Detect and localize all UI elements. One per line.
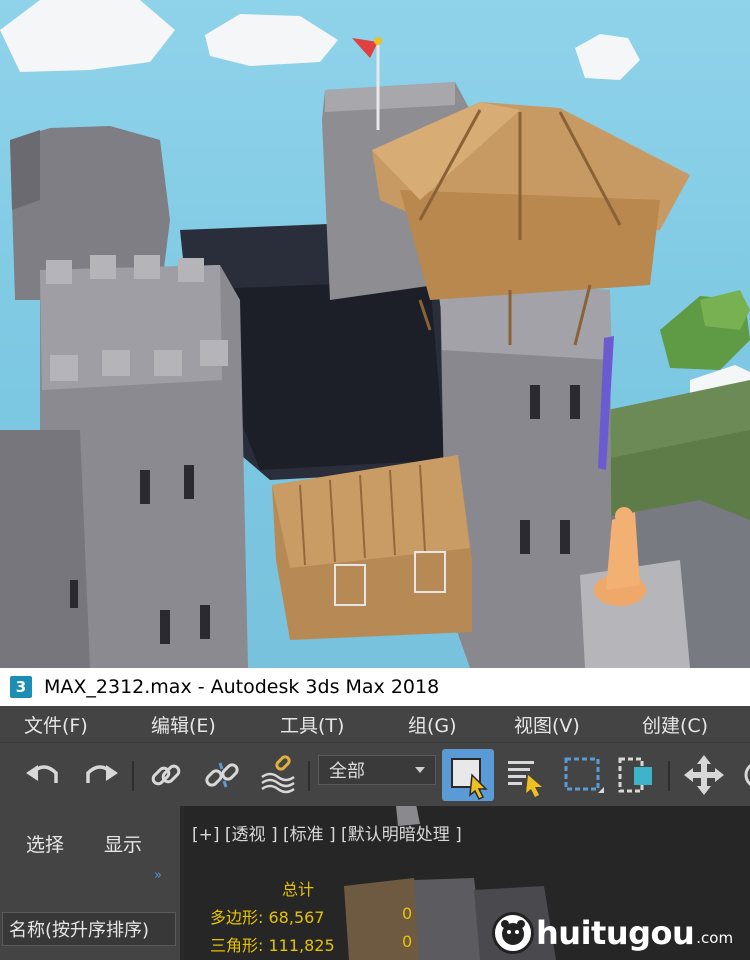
selection-filter-dropdown[interactable]: 全部: [318, 755, 436, 785]
render-preview: [0, 0, 750, 668]
tab-select[interactable]: 选择: [26, 830, 64, 857]
viewport-label-menu[interactable]: [+] [透视 ] [标准 ] [默认明暗处理 ]: [192, 820, 462, 845]
chevron-down-icon: [415, 767, 425, 773]
stats-polygons-selected: 0: [402, 904, 413, 923]
link-icon[interactable]: [144, 753, 188, 797]
move-icon[interactable]: [682, 753, 726, 797]
window-title: MAX_2312.max - Autodesk 3ds Max 2018: [44, 676, 440, 698]
window-title-bar: 3 MAX_2312.max - Autodesk 3ds Max 2018: [0, 668, 750, 706]
stats-triangles-selected: 0: [402, 932, 413, 951]
3ds-max-app-icon[interactable]: 3: [10, 676, 32, 698]
main-toolbar: 全部: [0, 742, 750, 807]
menu-group[interactable]: 组(G): [408, 711, 457, 738]
toolbar-separator: [132, 761, 134, 791]
window-crossing-icon[interactable]: [614, 753, 658, 797]
menu-views[interactable]: 视图(V): [514, 711, 580, 738]
stats-polygons: 多边形: 68,567: [210, 904, 324, 928]
menu-bar: 文件(F) 编辑(E) 工具(T) 组(G) 视图(V) 创建(C): [0, 706, 750, 742]
perspective-viewport[interactable]: [+] [透视 ] [标准 ] [默认明暗处理 ] 总计 多边形: 68,567…: [184, 806, 750, 960]
castle-render-image: [0, 0, 750, 668]
toolbar-separator: [308, 761, 310, 791]
watermark-brand: huitugou: [536, 914, 695, 952]
watermark: huitugou .com: [492, 912, 733, 954]
stats-triangles-value: 111,825: [268, 936, 335, 955]
stats-polygons-label: 多边形:: [210, 908, 264, 927]
rectangular-selection-region-icon[interactable]: [560, 753, 604, 797]
menu-tools[interactable]: 工具(T): [280, 711, 344, 738]
stats-total-title: 总计: [282, 880, 315, 899]
toolbar-separator: [668, 761, 670, 791]
selection-filter-value: 全部: [329, 761, 365, 782]
unlink-icon[interactable]: [200, 753, 244, 797]
menu-create[interactable]: 创建(C): [642, 711, 708, 738]
tab-display[interactable]: 显示: [104, 830, 142, 857]
select-by-name-icon[interactable]: [504, 753, 548, 797]
menu-edit[interactable]: 编辑(E): [151, 711, 216, 738]
watermark-logo-icon: [492, 912, 534, 954]
undo-icon[interactable]: [22, 753, 66, 797]
rotate-icon[interactable]: [736, 753, 750, 797]
menu-file[interactable]: 文件(F): [24, 711, 88, 738]
select-object-button[interactable]: [442, 749, 494, 801]
watermark-suffix: .com: [696, 929, 734, 947]
stats-polygons-value: 68,567: [268, 908, 325, 927]
select-object-icon: [451, 758, 488, 801]
stats-triangles: 三角形: 111,825: [210, 932, 335, 956]
bind-spacewarp-icon[interactable]: [256, 753, 300, 797]
stats-triangles-label: 三角形:: [210, 936, 264, 955]
scene-explorer-panel: 选择 显示 » 名称(按升序排序): [0, 806, 180, 960]
expand-panel-icon[interactable]: »: [154, 868, 162, 883]
name-column-header[interactable]: 名称(按升序排序): [2, 912, 176, 946]
redo-icon[interactable]: [78, 753, 122, 797]
